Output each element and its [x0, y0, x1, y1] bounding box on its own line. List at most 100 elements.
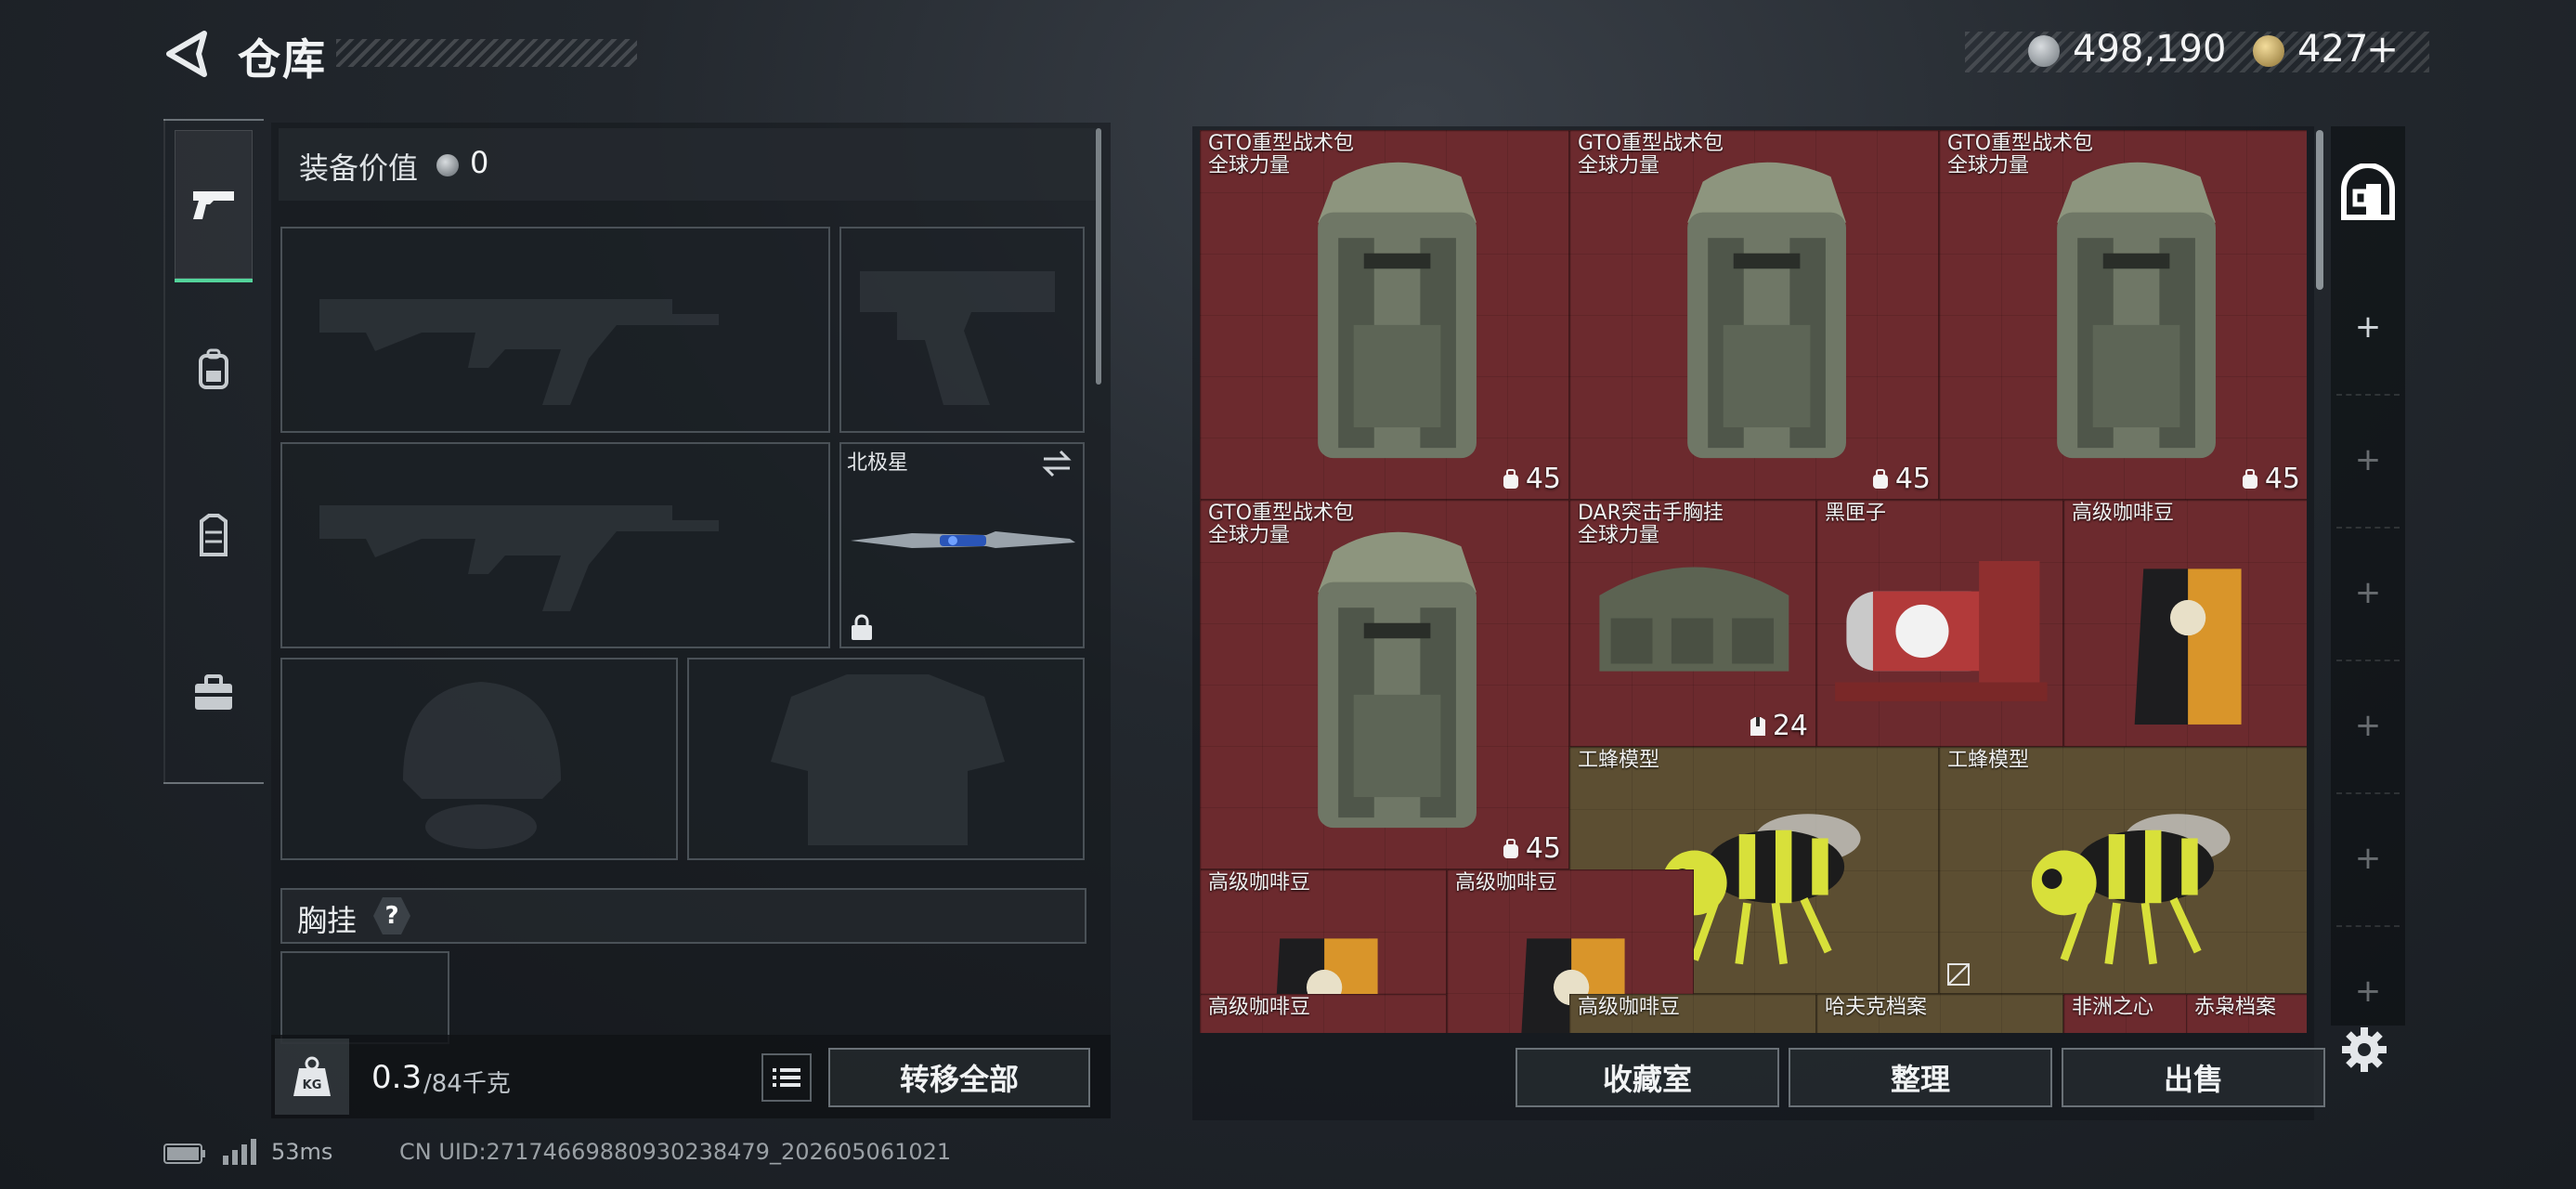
settings-gear-icon[interactable]	[2340, 1026, 2388, 1074]
helmet-slot[interactable]	[280, 658, 678, 860]
add-warehouse-page-button[interactable]: +	[2340, 830, 2396, 886]
item-name: 高级咖啡豆	[1455, 871, 1558, 895]
transfer-all-button[interactable]: 转移全部	[828, 1048, 1090, 1107]
equipment-value-label: 装备价值	[299, 150, 419, 186]
nav-rail	[163, 119, 165, 784]
storage-item[interactable]: 工蜂模型	[1939, 747, 2307, 994]
item-capacity: 45	[1871, 463, 1931, 495]
rail-separator	[2336, 660, 2400, 661]
storage-item[interactable]: GTO重型战术包 全球力量 45	[1569, 130, 1939, 500]
storage-scrollbar[interactable]	[2316, 130, 2323, 290]
rail-separator	[2336, 792, 2400, 794]
lock-icon	[852, 614, 872, 640]
item-capacity: 24	[1749, 710, 1808, 742]
item-brand: 全球力量	[1578, 154, 1660, 177]
signal-icon	[223, 1139, 256, 1165]
item-brand: 全球力量	[1208, 524, 1291, 547]
backpack-count-icon	[1872, 468, 1888, 489]
item-brand: 全球力量	[1947, 154, 2030, 177]
helmet-silhouette-icon	[403, 682, 561, 849]
sell-button[interactable]: 出售	[2062, 1048, 2325, 1107]
tab-active-indicator	[175, 279, 253, 282]
backpack-count-icon	[1503, 838, 1518, 858]
storage-item[interactable]: GTO重型战术包 全球力量 45	[1200, 130, 1569, 500]
item-name: GTO重型战术包	[1578, 132, 1724, 155]
backpack-count-icon	[2242, 468, 2257, 489]
case-icon	[195, 674, 232, 710]
storage-item[interactable]: GTO重型战术包 全球力量 45	[1939, 130, 2307, 500]
swap-icon[interactable]	[1040, 448, 1073, 479]
rail-separator	[2336, 527, 2400, 529]
add-currency-button[interactable]: +	[2366, 26, 2399, 72]
tab-chest-rig[interactable]	[175, 461, 253, 609]
storage-item[interactable]: GTO重型战术包 全球力量 45	[1200, 500, 1569, 869]
body-armor-slot[interactable]	[687, 658, 1085, 860]
vest-icon	[200, 514, 228, 556]
item-name: 非洲之心	[2072, 996, 2154, 1019]
backpack-icon	[199, 348, 228, 389]
item-brand: 全球力量	[1208, 154, 1291, 177]
item-name: 哈夫克档案	[1825, 996, 1928, 1019]
item-name: 高级咖啡豆	[2072, 502, 2175, 525]
item-name: DAR突击手胸挂	[1578, 502, 1724, 525]
list-view-button[interactable]	[761, 1053, 812, 1102]
warehouse-icon[interactable]	[2340, 163, 2396, 221]
add-warehouse-page-button[interactable]: +	[2340, 299, 2396, 355]
backpack-image	[1686, 162, 1846, 459]
silver-currency-amount: 498,190	[2073, 28, 2227, 71]
rail-separator	[2336, 394, 2400, 396]
weight-icon: KG	[275, 1039, 349, 1115]
item-name: 工蜂模型	[1578, 749, 1660, 772]
storage-item[interactable]: 赤枭档案	[2186, 994, 2307, 1033]
item-name: 工蜂模型	[1947, 749, 2030, 772]
item-capacity: 45	[1502, 463, 1561, 495]
add-warehouse-page-button[interactable]: +	[2340, 698, 2396, 753]
list-icon	[773, 1068, 800, 1087]
add-warehouse-page-button[interactable]: +	[2340, 565, 2396, 621]
rifle-silhouette-icon	[319, 299, 719, 405]
page-title: 仓库	[238, 34, 327, 85]
equipment-scrollbar[interactable]	[1096, 128, 1101, 385]
gold-currency-amount: 427	[2297, 28, 2369, 71]
item-name: 高级咖啡豆	[1208, 996, 1311, 1019]
vest-count-icon	[1750, 716, 1765, 736]
tab-backpack[interactable]	[175, 295, 253, 444]
item-name: 高级咖啡豆	[1208, 871, 1311, 895]
black-box-image	[1834, 560, 2048, 701]
rail-separator	[2336, 925, 2400, 927]
ping-readout: 53ms	[271, 1139, 333, 1165]
storage-item[interactable]: DAR突击手胸挂 全球力量 24	[1569, 500, 1816, 747]
storage-item[interactable]: 高级咖啡豆	[1200, 994, 1447, 1033]
chest-rig-slot[interactable]	[280, 951, 449, 1044]
tab-case[interactable]	[175, 619, 253, 767]
storage-item[interactable]: 哈夫克档案	[1816, 994, 2063, 1033]
item-brand: 全球力量	[1578, 524, 1660, 547]
back-arrow-icon[interactable]	[163, 30, 208, 78]
storage-item[interactable]: 黑匣子	[1816, 500, 2063, 747]
equipment-value-amount: 0	[470, 145, 489, 180]
item-name: GTO重型战术包	[1208, 502, 1355, 525]
worker-bee-model-image	[2031, 814, 2231, 965]
storage-grid: GTO重型战术包 全球力量 45 GTO重型战术包 全球力量 45 GTO重型战术包 全球…	[1200, 130, 2307, 1033]
chest-rig-label: 胸挂	[297, 903, 358, 938]
primary-weapon-slot-1[interactable]	[280, 227, 830, 433]
silver-coin-icon	[2028, 35, 2060, 67]
storage-item[interactable]: 高级咖啡豆	[1569, 994, 1816, 1033]
add-warehouse-page-button[interactable]: +	[2340, 963, 2396, 1019]
weight-max: /84千克	[423, 1070, 511, 1098]
storage-item[interactable]: 高级咖啡豆	[2063, 500, 2307, 747]
item-capacity: 45	[2241, 463, 2300, 495]
rifle-silhouette-icon	[319, 505, 719, 611]
collection-room-button[interactable]: 收藏室	[1516, 1048, 1779, 1107]
silver-coin-icon	[436, 154, 459, 176]
tab-weapons[interactable]	[175, 130, 253, 279]
item-name: GTO重型战术包	[1947, 132, 2094, 155]
primary-weapon-slot-2[interactable]	[280, 442, 830, 648]
nav-divider-top	[163, 119, 264, 121]
pistol-slot[interactable]	[839, 227, 1085, 433]
battery-icon	[163, 1143, 205, 1164]
melee-weapon-name: 北极星	[847, 451, 909, 475]
sort-button[interactable]: 整理	[1789, 1048, 2052, 1107]
add-warehouse-page-button[interactable]: +	[2340, 432, 2396, 488]
no-insure-badge-icon	[1947, 963, 1970, 986]
